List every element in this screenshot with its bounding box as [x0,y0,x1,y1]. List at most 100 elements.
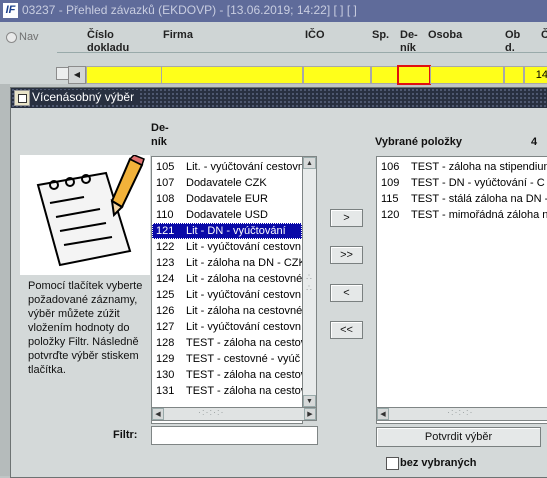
scroll-left-icon[interactable]: ◀ [377,408,389,420]
list-item[interactable]: 129 TEST - cestovné - vyúč [152,351,302,367]
filter-cell-cislo-dokladu[interactable] [86,66,162,84]
item-code: 107 [156,177,175,189]
chosen-items-count: 4 [531,136,538,148]
col-header-sp[interactable]: Sp. [372,29,389,42]
list-item[interactable]: 115 TEST - stálá záloha na DN - [377,191,547,207]
scroll-right-icon[interactable]: ▶ [304,408,316,420]
col-header-ico[interactable]: IČO [305,29,325,42]
filter-cell-osoba[interactable] [430,66,504,84]
item-code: 108 [156,193,175,205]
list-item[interactable]: 124 Lit - záloha na cestovné [152,271,302,287]
list-item[interactable]: 123 Lit - záloha na DN - CZK [152,255,302,271]
chosen-items-list[interactable]: 106 TEST - záloha na stipendium 109 TEST - … [376,156,547,424]
item-name: TEST - mimořádná záloha n [411,209,547,221]
list-item[interactable]: 125 Lit - vyúčtování cestovn [152,287,302,303]
filter-input[interactable] [151,426,318,445]
available-list-vscroll[interactable]: ▲ ∴∴ ▼ [302,156,317,408]
notepad-illustration [20,154,150,275]
available-column-header: De- ník [151,122,169,148]
scroll-grip-icon[interactable]: ∴∴ [305,273,315,295]
available-items-list[interactable]: 105 Lit. - vyúčtování cestovn 107 Dodavatel… [151,156,303,424]
list-item[interactable]: 120 TEST - mimořádná záloha n [377,207,547,223]
item-code: 125 [156,289,175,301]
item-code: 127 [156,321,175,333]
item-name: TEST - záloha na cestov [186,369,302,381]
without-selected-label: bez vybraných [400,457,477,469]
chosen-items-header: Vybrané položky [375,136,463,148]
list-item[interactable]: 106 TEST - záloha na stipendium [377,159,547,175]
list-item[interactable]: 109 TEST - DN - vyúčtování - C [377,175,547,191]
item-code: 128 [156,337,175,349]
col-header-osoba[interactable]: Osoba [428,29,462,42]
filter-cell-denik[interactable] [397,65,431,85]
item-name: Lit - záloha na cestovné [186,273,302,285]
dialog-titlebar[interactable]: Vícenásobný výběr [11,88,547,108]
nav-label: Nav [19,31,39,44]
item-name: Lit - vyúčtování cestovn [186,321,301,333]
dialog-window-icon [14,90,30,106]
list-item[interactable]: 131 TEST - záloha na cestov [152,383,302,399]
item-name: TEST - záloha na cestov [186,385,302,397]
move-all-button[interactable]: >> [330,246,363,264]
app-titlebar: IF 03237 - Přehled závazků (EKDOVP) - [1… [0,0,547,22]
item-name: TEST - DN - vyúčtování - C [411,177,545,189]
item-name: TEST - záloha na cestov [186,337,302,349]
item-code: 126 [156,305,175,317]
move-one-button[interactable]: > [330,209,363,227]
scroll-down-icon[interactable]: ▼ [303,395,316,407]
hscroll-grip-icon[interactable]: ·:·:·:· [198,407,225,417]
item-name: Lit - DN - vyúčtování [186,225,286,237]
item-code: 129 [156,353,175,365]
item-name: Dodavatele EUR [186,193,268,205]
item-name: TEST - stálá záloha na DN - [411,193,547,205]
filter-cell-sp[interactable] [371,66,399,84]
remove-one-button[interactable]: < [330,284,363,302]
col-header-firma[interactable]: Firma [163,29,193,42]
item-code: 106 [381,161,400,173]
item-name: Dodavatele CZK [186,177,267,189]
list-item[interactable]: 108 Dodavatele EUR [152,191,302,207]
item-name: TEST - cestovné - vyúč [186,353,301,365]
app-logo: IF [3,3,18,18]
confirm-selection-button[interactable]: Potvrdit výběr [376,427,541,447]
list-item[interactable]: 107 Dodavatele CZK [152,175,302,191]
filter-cell-firma[interactable] [161,66,303,84]
list-item[interactable]: 126 Lit - záloha na cestovné [152,303,302,319]
item-name: Lit. - vyúčtování cestovn [186,161,302,173]
left-strip [0,84,10,476]
remove-all-button[interactable]: << [330,321,363,339]
item-code: 131 [156,385,175,397]
chosen-list-hscroll[interactable]: ◀ ·:·:·:· [376,407,547,421]
item-code: 110 [156,209,174,221]
nav-radio-dot[interactable] [6,31,17,43]
list-item[interactable]: 121 Lit - DN - vyúčtování [152,223,302,239]
list-item[interactable]: 110 Dodavatele USD [152,207,302,223]
filter-label: Filtr: [113,429,138,441]
available-list-hscroll[interactable]: ◀ ·:·:·:· ▶ [151,407,317,421]
nav-radio[interactable]: Nav [6,31,39,43]
list-item[interactable]: 122 Lit - vyúčtování cestovn [152,239,302,255]
list-item[interactable]: 127 Lit - vyúčtování cestovn [152,319,302,335]
scroll-left-icon[interactable]: ◀ [152,408,164,420]
item-name: Lit - záloha na cestovné [186,305,302,317]
without-selected-checkbox[interactable] [386,457,399,470]
filter-cell-obd[interactable] [504,66,524,84]
list-item[interactable]: 130 TEST - záloha na cestov [152,367,302,383]
filter-cell-ico[interactable] [303,66,371,84]
row-menu-arrow-icon[interactable]: ◀ [68,66,86,84]
item-code: 130 [156,369,175,381]
list-item[interactable]: 105 Lit. - vyúčtování cestovn [152,159,302,175]
col-header-last[interactable]: Č [541,29,547,42]
filter-cell-last[interactable]: 14 [524,66,547,84]
scroll-up-icon[interactable]: ▲ [303,157,316,169]
item-name: Lit - vyúčtování cestovn [186,289,301,301]
dialog-title: Vícenásobný výběr [32,90,139,104]
item-code: 124 [156,273,175,285]
list-item[interactable]: 128 TEST - záloha na cestov [152,335,302,351]
header-divider [57,52,547,53]
help-text: Pomocí tlačítek vyberte požadované zázna… [28,280,143,376]
item-code: 105 [156,161,175,173]
hscroll-grip-icon[interactable]: ·:·:·:· [447,407,474,417]
item-code: 122 [156,241,175,253]
app-title: 03237 - Přehled závazků (EKDOVP) - [13.0… [22,3,357,17]
